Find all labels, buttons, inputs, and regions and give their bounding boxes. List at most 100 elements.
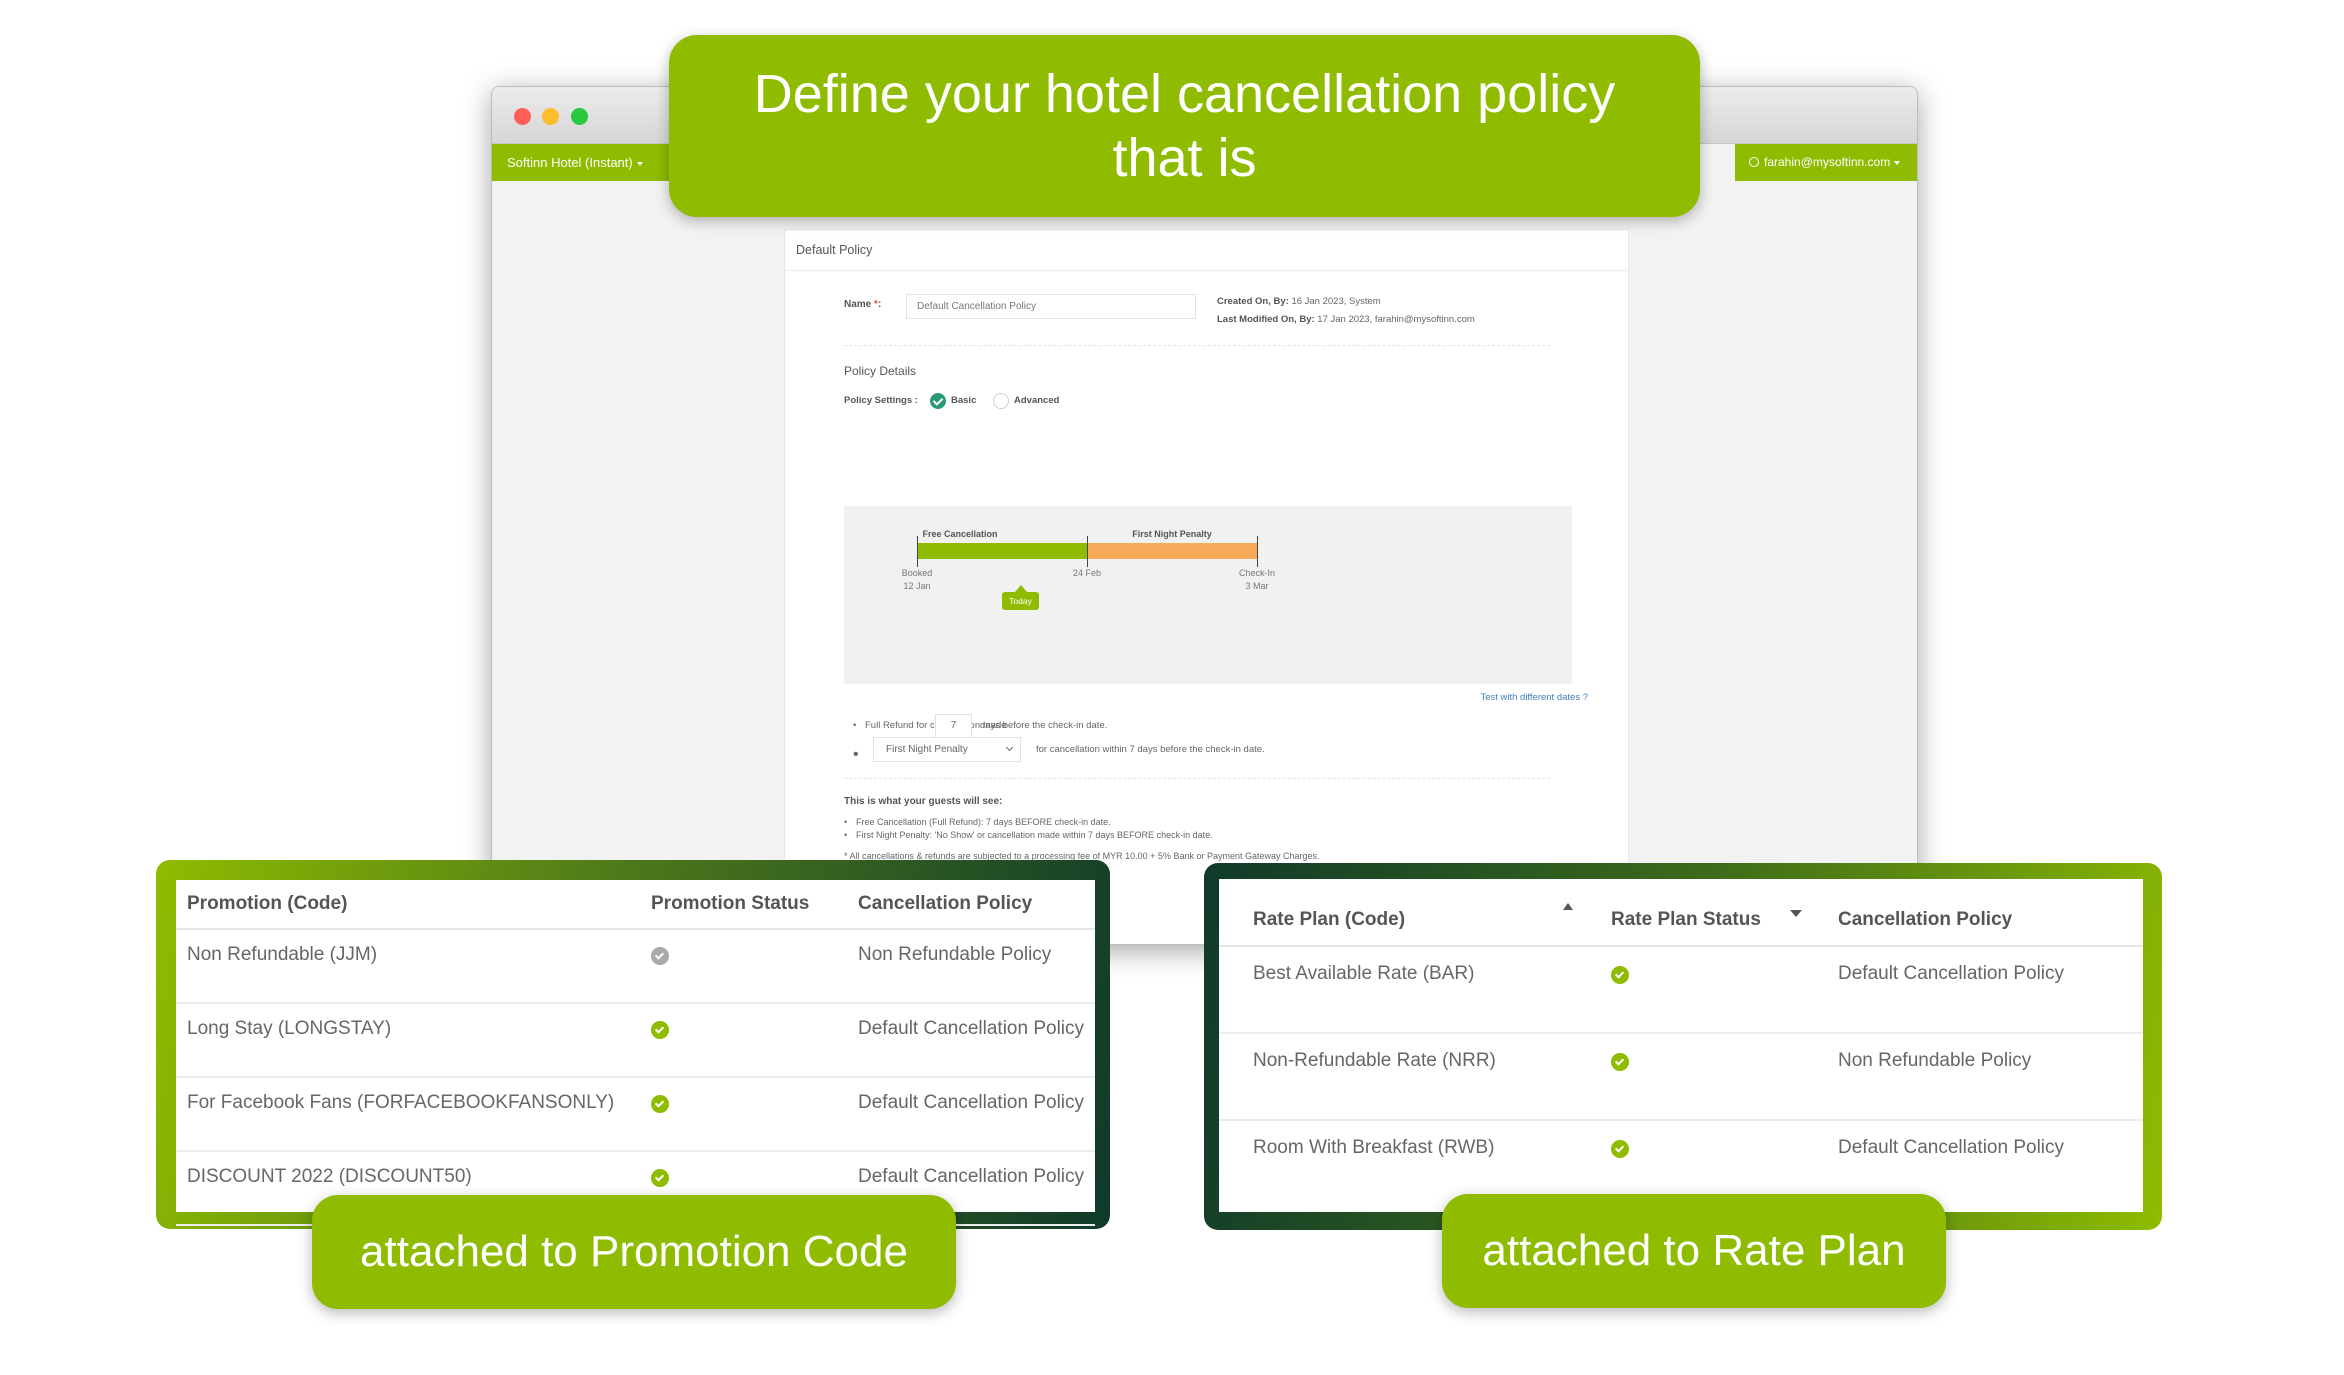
segment-label-free: Free Cancellation: [922, 529, 998, 539]
penalty-bar: [1087, 543, 1257, 559]
name-label-text: Name: [844, 299, 872, 310]
active-check-icon: [651, 1169, 669, 1187]
table-header-row: Promotion (Code) Promotion Status Cancel…: [176, 880, 1095, 930]
table-header-row: Rate Plan (Code) Rate Plan Status Cancel…: [1219, 879, 2143, 947]
divider: [844, 778, 1550, 779]
rateplan-caption-banner: attached to Rate Plan: [1442, 1194, 1946, 1308]
radio-basic[interactable]: [930, 393, 946, 409]
row-policy: Non Refundable Policy: [1808, 1033, 2143, 1121]
column-header-status[interactable]: Promotion Status: [640, 880, 847, 930]
card-title: Default Policy: [785, 230, 1628, 271]
row-status: [1579, 1033, 1808, 1121]
modified-value: 17 Jan 2023, farahin@mysoftinn.com: [1317, 314, 1475, 325]
segment-label-penalty: First Night Penalty: [1132, 529, 1212, 539]
guest-preview-heading: This is what your guests will see:: [844, 796, 1003, 807]
active-check-icon: [1611, 1140, 1629, 1158]
test-different-dates-link[interactable]: Test with different dates ?: [1480, 692, 1588, 703]
marker-checkin-line1: Check-In: [1238, 568, 1275, 578]
policy-card: Default Policy Name *: Default Cancellat…: [784, 229, 1629, 944]
hotel-selector-dropdown[interactable]: Softinn Hotel (Instant): [492, 144, 672, 181]
row-name: Best Available Rate (BAR): [1219, 946, 1579, 1034]
user-circle-icon: [1749, 157, 1759, 167]
column-header-promotion[interactable]: Promotion (Code): [176, 880, 640, 930]
radio-advanced-label: Advanced: [1014, 395, 1060, 406]
headline-banner: Define your hotel cancellation policy th…: [669, 35, 1700, 217]
row-policy: Non Refundable Policy: [847, 929, 1095, 1004]
headline-line1: Define your hotel cancellation policy: [753, 64, 1616, 124]
active-check-icon: [1611, 966, 1629, 984]
user-menu-dropdown[interactable]: farahin@mysoftinn.com: [1735, 144, 1917, 181]
inactive-check-icon: [651, 947, 669, 965]
row-status: [640, 1077, 847, 1152]
checkin-tick: [1257, 536, 1258, 567]
table-row[interactable]: For Facebook Fans (FORFACEBOOKFANSONLY) D…: [176, 1077, 1095, 1152]
policy-name-input[interactable]: Default Cancellation Policy: [906, 294, 1196, 319]
required-mark: *: [874, 299, 878, 310]
promotion-panel: Promotion (Code) Promotion Status Cancel…: [156, 860, 1110, 1229]
row-name: Non-Refundable Rate (NRR): [1219, 1033, 1579, 1121]
minimize-window-button[interactable]: [542, 108, 559, 125]
user-email: farahin@mysoftinn.com: [1764, 155, 1891, 169]
modified-label: Last Modified On, By:: [1217, 314, 1315, 325]
row-name: Non Refundable (JJM): [176, 929, 640, 1004]
row-policy: Default Cancellation Policy: [847, 1077, 1095, 1152]
deadline-tick: [1087, 536, 1088, 567]
rateplan-header-text: Rate Plan (Code): [1253, 909, 1406, 930]
row-status: [640, 1003, 847, 1078]
column-header-policy[interactable]: Cancellation Policy: [1808, 879, 2143, 947]
promotion-table: Promotion (Code) Promotion Status Cancel…: [176, 880, 1095, 1226]
penalty-type-select[interactable]: First Night Penalty: [873, 737, 1021, 762]
rateplan-table: Rate Plan (Code) Rate Plan Status Cancel…: [1219, 879, 2143, 1207]
marker-booked-line1: Booked: [901, 568, 933, 578]
created-label: Created On, By:: [1217, 296, 1289, 307]
row-name: For Facebook Fans (FORFACEBOOKFANSONLY): [176, 1077, 640, 1152]
maximize-window-button[interactable]: [571, 108, 588, 125]
close-window-button[interactable]: [514, 108, 531, 125]
table-row[interactable]: Non-Refundable Rate (NRR) Non Refundable …: [1219, 1033, 2143, 1121]
table-row[interactable]: Non Refundable (JJM) Non Refundable Polic…: [176, 929, 1095, 1004]
column-header-rateplan[interactable]: Rate Plan (Code): [1219, 879, 1579, 947]
rateplan-table-container: Rate Plan (Code) Rate Plan Status Cancel…: [1219, 879, 2143, 1212]
promotion-table-container: Promotion (Code) Promotion Status Cancel…: [176, 880, 1095, 1226]
row-policy: Default Cancellation Policy: [1808, 946, 2143, 1034]
name-label: Name *:: [844, 299, 882, 310]
active-check-icon: [651, 1095, 669, 1113]
guest-preview-item: First Night Penalty: 'No Show' or cancel…: [844, 830, 1213, 840]
column-header-policy[interactable]: Cancellation Policy: [847, 880, 1095, 930]
sort-descending-icon[interactable]: [1790, 910, 1802, 917]
table-row[interactable]: Best Available Rate (BAR) Default Cancell…: [1219, 946, 2143, 1034]
caret-down-icon: [1894, 160, 1901, 165]
marker-deadline: 24 Feb: [1047, 567, 1127, 580]
caret-down-icon: [636, 161, 643, 166]
table-row[interactable]: Long Stay (LONGSTAY) Default Cancellation…: [176, 1003, 1095, 1078]
created-info: Created On, By: 16 Jan 2023, System: [1217, 296, 1381, 307]
refund-days-input[interactable]: 7: [935, 714, 972, 738]
marker-booked: Booked 12 Jan: [877, 567, 957, 593]
rule2-suffix: for cancellation within 7 days before th…: [1036, 744, 1265, 755]
policy-settings-label: Policy Settings :: [844, 395, 918, 406]
promotion-caption-banner: attached to Promotion Code: [312, 1195, 956, 1309]
radio-advanced[interactable]: [993, 393, 1009, 409]
cancellation-timeline: Free Cancellation First Night Penalty Bo…: [844, 506, 1572, 684]
marker-deadline-line1: 24 Feb: [1072, 568, 1102, 578]
radio-basic-label: Basic: [951, 395, 977, 406]
row-status: [640, 929, 847, 1004]
hotel-selector-label: Softinn Hotel (Instant): [507, 155, 633, 170]
today-badge: Today: [1002, 585, 1039, 610]
guest-preview-item: Free Cancellation (Full Refund): 7 days …: [844, 817, 1111, 827]
free-cancellation-bar: [917, 543, 1087, 559]
policy-details-heading: Policy Details: [844, 364, 917, 378]
sort-ascending-icon[interactable]: [1563, 903, 1573, 910]
booked-tick: [917, 536, 918, 567]
rateplan-panel: Rate Plan (Code) Rate Plan Status Cancel…: [1204, 863, 2162, 1230]
row-status: [1579, 946, 1808, 1034]
column-header-status[interactable]: Rate Plan Status: [1579, 879, 1808, 947]
active-check-icon: [651, 1021, 669, 1039]
divider: [844, 345, 1550, 346]
headline-line2: that is: [1112, 128, 1257, 188]
created-value: 16 Jan 2023, System: [1291, 296, 1381, 307]
chevron-down-icon: [1005, 743, 1014, 752]
rule1-suffix: days before the check-in date.: [980, 720, 1108, 731]
marker-checkin-line2: 3 Mar: [1245, 581, 1269, 591]
status-header-text: Rate Plan Status: [1611, 909, 1761, 930]
